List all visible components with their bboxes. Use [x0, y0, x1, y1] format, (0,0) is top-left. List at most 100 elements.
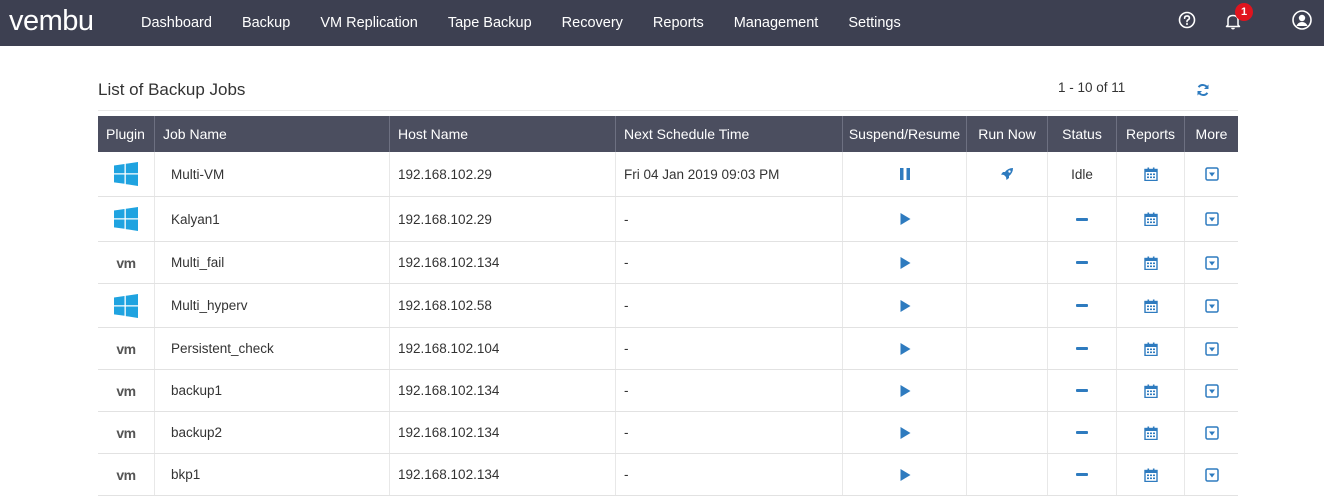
- next-schedule-time: -: [624, 341, 629, 356]
- play-icon[interactable]: [898, 212, 912, 226]
- job-name: backup1: [171, 383, 223, 398]
- nav-settings[interactable]: Settings: [833, 0, 915, 46]
- suspend-resume-cell: [843, 284, 967, 327]
- more-cell: [1185, 328, 1238, 369]
- nav-management[interactable]: Management: [719, 0, 834, 46]
- plugin-cell: vm: [98, 370, 155, 411]
- next-schedule-time: -: [624, 383, 629, 398]
- dropdown-box-icon[interactable]: [1204, 383, 1219, 398]
- host-name-cell: 192.168.102.134: [390, 412, 616, 453]
- dropdown-box-icon[interactable]: [1204, 255, 1219, 270]
- windows-icon: [114, 293, 138, 318]
- calendar-icon[interactable]: [1143, 342, 1158, 356]
- play-icon[interactable]: [898, 426, 912, 440]
- job-name-cell[interactable]: Kalyan1: [155, 197, 390, 241]
- dropdown-box-icon[interactable]: [1204, 425, 1219, 440]
- nav-reports[interactable]: Reports: [638, 0, 719, 46]
- table-row[interactable]: Kalyan1 192.168.102.29 -: [98, 197, 1238, 242]
- calendar-icon[interactable]: [1143, 426, 1158, 440]
- nav-tape-backup[interactable]: Tape Backup: [433, 0, 547, 46]
- job-name-cell[interactable]: Multi_hyperv: [155, 284, 390, 327]
- reports-cell: [1117, 284, 1185, 327]
- play-icon[interactable]: [898, 342, 912, 356]
- col-status: Status: [1048, 116, 1117, 152]
- table-row[interactable]: Multi_hyperv 192.168.102.58 -: [98, 284, 1238, 328]
- calendar-icon[interactable]: [1143, 212, 1158, 226]
- reports-cell: [1117, 412, 1185, 453]
- next-schedule-time: -: [624, 298, 629, 313]
- suspend-resume-cell: [843, 197, 967, 241]
- refresh-icon[interactable]: [1196, 83, 1210, 97]
- col-job-name[interactable]: Job Name: [155, 116, 390, 152]
- plugin-cell: vm: [98, 412, 155, 453]
- more-cell: [1185, 370, 1238, 411]
- table-row[interactable]: Multi-VM 192.168.102.29 Fri 04 Jan 2019 09…: [98, 152, 1238, 197]
- run-now-cell: [967, 370, 1048, 411]
- plugin-cell: [98, 197, 155, 241]
- calendar-icon[interactable]: [1143, 468, 1158, 482]
- suspend-resume-cell: [843, 152, 967, 196]
- reports-cell: [1117, 328, 1185, 369]
- dropdown-box-icon[interactable]: [1204, 298, 1219, 313]
- status-none-icon: [1076, 217, 1088, 221]
- table-row[interactable]: vm Persistent_check 192.168.102.104 -: [98, 328, 1238, 370]
- play-icon[interactable]: [898, 384, 912, 398]
- nav-recovery[interactable]: Recovery: [547, 0, 638, 46]
- top-navigation-bar: vembu Dashboard Backup VM Replication Ta…: [0, 0, 1324, 46]
- calendar-icon[interactable]: [1143, 256, 1158, 270]
- table-row[interactable]: vm bkp1 192.168.102.134 -: [98, 454, 1238, 496]
- dropdown-box-icon[interactable]: [1204, 467, 1219, 482]
- rocket-icon[interactable]: [1000, 167, 1014, 181]
- job-name-cell[interactable]: backup2: [155, 412, 390, 453]
- status-none-icon: [1076, 261, 1088, 264]
- status-none-icon: [1076, 431, 1088, 434]
- table-row[interactable]: vm backup2 192.168.102.134 -: [98, 412, 1238, 454]
- table-row[interactable]: vm Multi_fail 192.168.102.134 -: [98, 242, 1238, 284]
- job-name-cell[interactable]: Persistent_check: [155, 328, 390, 369]
- next-schedule-cell: Fri 04 Jan 2019 09:03 PM: [616, 152, 843, 196]
- job-name-cell[interactable]: backup1: [155, 370, 390, 411]
- suspend-resume-cell: [843, 242, 967, 283]
- status-cell: [1048, 197, 1117, 241]
- calendar-icon[interactable]: [1143, 167, 1158, 181]
- pause-icon[interactable]: [898, 167, 912, 181]
- job-name-cell[interactable]: bkp1: [155, 454, 390, 495]
- more-cell: [1185, 197, 1238, 241]
- nav-backup[interactable]: Backup: [227, 0, 305, 46]
- vmware-logo: vm: [116, 340, 136, 357]
- host-name-cell: 192.168.102.29: [390, 197, 616, 241]
- col-host-name[interactable]: Host Name: [390, 116, 616, 152]
- windows-icon: [114, 162, 138, 186]
- host-name: 192.168.102.29: [398, 166, 492, 182]
- nav-dashboard[interactable]: Dashboard: [126, 0, 227, 46]
- more-cell: [1185, 242, 1238, 283]
- col-plugin[interactable]: Plugin: [98, 116, 155, 152]
- more-cell: [1185, 152, 1238, 196]
- table-row[interactable]: vm backup1 192.168.102.134 -: [98, 370, 1238, 412]
- col-next-schedule-time[interactable]: Next Schedule Time: [616, 116, 843, 152]
- dropdown-box-icon[interactable]: [1204, 167, 1219, 181]
- host-name-cell: 192.168.102.134: [390, 370, 616, 411]
- page-title: List of Backup Jobs: [98, 80, 246, 99]
- play-icon[interactable]: [898, 468, 912, 482]
- nav-vm-replication[interactable]: VM Replication: [305, 0, 433, 46]
- user-icon[interactable]: [1292, 10, 1312, 30]
- job-name-cell[interactable]: Multi-VM: [155, 152, 390, 196]
- reports-cell: [1117, 242, 1185, 283]
- job-name-cell[interactable]: Multi_fail: [155, 242, 390, 283]
- play-icon[interactable]: [898, 299, 912, 313]
- calendar-icon[interactable]: [1143, 384, 1158, 398]
- dropdown-box-icon[interactable]: [1204, 341, 1219, 356]
- status-cell: [1048, 370, 1117, 411]
- host-name-cell: 192.168.102.134: [390, 242, 616, 283]
- status-none-icon: [1076, 389, 1088, 392]
- play-icon[interactable]: [898, 256, 912, 270]
- pagination-summary: 1 - 10 of 11: [1058, 80, 1126, 95]
- help-icon[interactable]: [1178, 11, 1196, 29]
- vembu-logo[interactable]: vembu: [9, 6, 94, 36]
- calendar-icon[interactable]: [1143, 299, 1158, 313]
- dropdown-box-icon[interactable]: [1204, 212, 1219, 226]
- host-name-cell: 192.168.102.58: [390, 284, 616, 327]
- job-name: Multi_hyperv: [171, 298, 248, 313]
- col-suspend-resume: Suspend/Resume: [843, 116, 967, 152]
